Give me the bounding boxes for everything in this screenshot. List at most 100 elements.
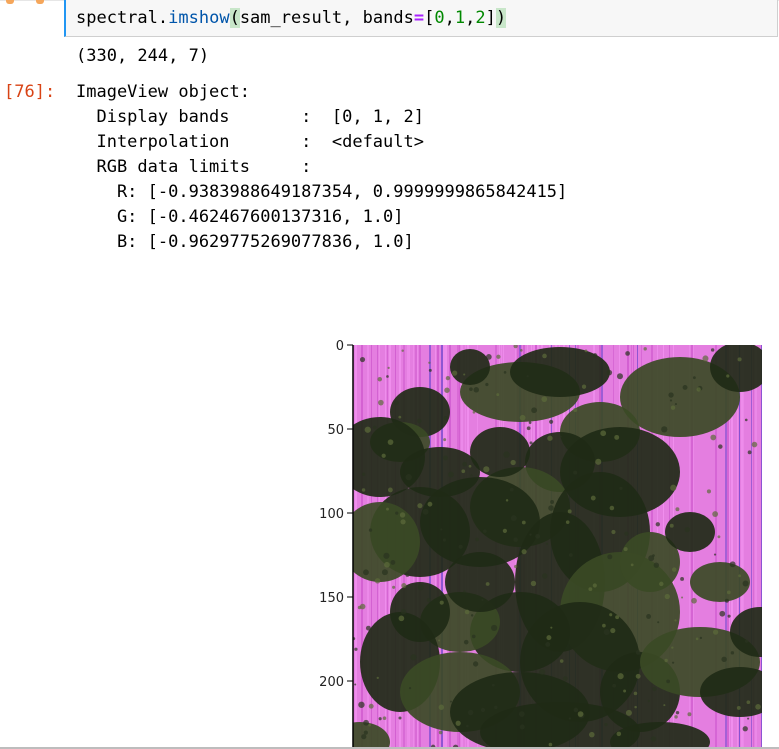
vegetation-speckle	[736, 705, 741, 710]
vegetation-speckle	[675, 710, 680, 715]
vegetation-speckle	[548, 742, 553, 747]
y-tick-label: 150	[319, 591, 344, 606]
vegetation-speckle	[472, 410, 476, 414]
vegetation-speckle	[444, 387, 450, 393]
vegetation-speckle	[529, 533, 532, 536]
vegetation-speckle	[455, 720, 461, 726]
vegetation-speckle	[354, 683, 357, 686]
vegetation-speckle	[657, 621, 660, 624]
vegetation-speckle	[647, 699, 650, 703]
vegetation-speckle	[443, 415, 448, 421]
vegetation-speckle	[398, 716, 402, 720]
previous-cell-prompt-stub	[0, 0, 46, 6]
vegetation-speckle	[383, 552, 390, 559]
vegetation-speckle	[394, 400, 399, 406]
vegetation-speckle	[539, 668, 546, 675]
vegetation-speckle	[377, 376, 383, 382]
vegetation-speckle	[510, 459, 516, 466]
vegetation-speckle	[696, 387, 701, 392]
vegetation-speckle	[713, 553, 717, 556]
code-token-arguments: sam_result, bands	[239, 8, 414, 28]
code-token-object: spectral	[76, 8, 158, 28]
vegetation-speckle	[445, 375, 451, 381]
vegetation-speckle	[405, 473, 412, 481]
vegetation-speckle	[531, 407, 538, 414]
vegetation-speckle	[395, 511, 399, 515]
vegetation-speckle	[730, 651, 735, 655]
vegetation-speckle	[387, 439, 394, 445]
prompt-marker-icon	[36, 0, 44, 4]
vegetation-speckle	[675, 507, 680, 512]
vegetation-speckle	[470, 614, 474, 617]
vegetation-speckle	[361, 734, 367, 740]
y-tick-label: 50	[327, 423, 344, 438]
code-token-open-paren: (	[229, 8, 240, 28]
code-token-num-0: 0	[434, 8, 445, 28]
vegetation-speckle	[602, 623, 606, 628]
output-prompt: [76]:	[4, 82, 56, 102]
vegetation-speckle	[368, 528, 373, 532]
vegetation-speckle	[485, 382, 489, 387]
vegetation-speckle	[568, 553, 573, 557]
vegetation-speckle	[726, 374, 730, 378]
vegetation-speckle	[467, 709, 474, 716]
vegetation-speckle	[503, 451, 510, 458]
vegetation-speckle	[401, 349, 404, 352]
vegetation-speckle	[438, 730, 443, 735]
vegetation-speckle	[398, 615, 405, 622]
vegetation-speckle	[439, 600, 444, 605]
vegetation-speckle	[671, 661, 675, 664]
y-tick-label: 200	[319, 675, 344, 690]
vegetation-speckle	[727, 614, 731, 618]
vegetation-speckle	[655, 522, 660, 527]
y-tick-label: 100	[319, 507, 344, 522]
vegetation-speckle	[562, 676, 568, 681]
vegetation-speckle	[671, 646, 674, 649]
false-color-image	[353, 345, 762, 749]
vegetation-speckle	[461, 469, 466, 474]
vegetation-speckle	[475, 537, 480, 542]
vegetation-speckle	[624, 531, 629, 536]
vegetation-speckle	[681, 596, 684, 599]
vegetation-speckle	[518, 711, 525, 717]
vegetation-speckle	[610, 627, 616, 634]
code-token-list-close: ]	[485, 8, 496, 28]
vegetation-speckle	[603, 628, 610, 636]
vegetation-speckle	[691, 597, 697, 604]
vegetation-speckle	[443, 438, 447, 442]
vegetation-speckle	[387, 487, 393, 493]
vegetation-speckle	[744, 639, 749, 643]
vegetation-speckle	[609, 613, 613, 617]
vegetation-speckle	[510, 515, 517, 522]
code-token-num-2: 2	[475, 8, 486, 28]
vegetation-speckle	[592, 353, 598, 358]
vegetation-speckle	[399, 512, 406, 518]
vegetation-speckle	[616, 373, 623, 380]
code-token-list-open: [	[424, 8, 435, 28]
code-cell-input[interactable]: spectral.imshow(sam_result, bands=[0,1,2…	[64, 0, 778, 37]
vegetation-speckle	[485, 354, 492, 360]
imageview-interpolation: Interpolation : <default>	[76, 132, 424, 152]
vegetation-speckle	[496, 393, 500, 397]
vegetation-speckle	[392, 585, 396, 589]
vegetation-speckle	[669, 399, 673, 402]
vegetation-speckle	[381, 569, 388, 576]
code-line[interactable]: spectral.imshow(sam_result, bands=[0,1,2…	[76, 7, 507, 29]
vegetation-speckle	[448, 471, 454, 478]
vegetation-speckle	[428, 361, 431, 364]
vegetation-speckle	[592, 583, 597, 588]
vegetation-speckle	[672, 567, 677, 572]
vegetation-speckle	[577, 711, 584, 717]
vegetation-speckle	[480, 707, 486, 713]
vegetation-speckle	[513, 537, 518, 542]
vegetation-speckle	[354, 647, 358, 651]
vegetation-speckle	[502, 528, 507, 533]
vegetation-speckle	[452, 370, 458, 376]
vegetation-speckle	[648, 555, 655, 562]
vegetation-speckle	[710, 348, 715, 352]
vegetation-speckle	[625, 709, 632, 716]
vegetation-speckle	[378, 399, 384, 406]
vegetation-speckle	[666, 679, 670, 684]
y-tick-label: 0	[336, 339, 344, 354]
vegetation-speckle	[625, 351, 630, 356]
